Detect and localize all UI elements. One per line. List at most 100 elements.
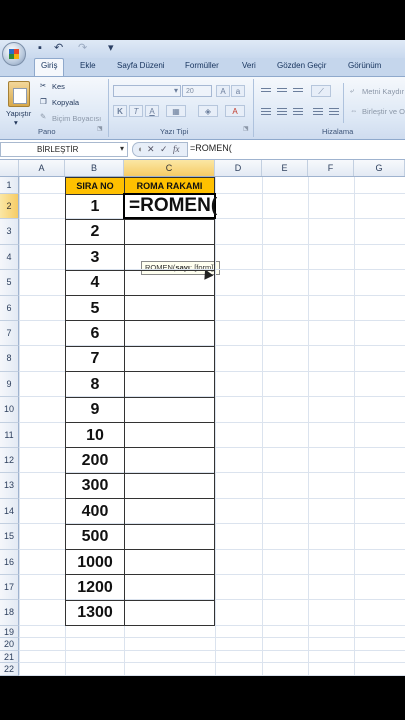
roma-rakami-cell[interactable] <box>124 219 215 246</box>
column-header-e[interactable]: E <box>262 160 308 176</box>
redo-icon[interactable]: ↷ <box>78 42 87 55</box>
row-header-15[interactable]: 15 <box>0 524 19 550</box>
row-header-2[interactable]: 2 <box>0 194 19 220</box>
font-color-icon[interactable]: A <box>225 105 245 117</box>
increase-indent-icon[interactable] <box>327 106 341 116</box>
sira-no-cell[interactable]: 500 <box>65 524 125 551</box>
orientation-icon[interactable]: ⟋ <box>311 85 331 97</box>
undo-icon[interactable]: ↶ <box>54 42 63 55</box>
clipboard-launcher-icon[interactable]: ⬔ <box>97 125 103 132</box>
column-header-g[interactable]: G <box>354 160 405 176</box>
roma-rakami-cell[interactable] <box>124 600 215 627</box>
row-header-13[interactable]: 13 <box>0 473 19 499</box>
underline-button[interactable]: A <box>145 105 159 117</box>
roma-rakami-cell[interactable] <box>124 270 215 297</box>
select-all-corner[interactable] <box>0 160 19 176</box>
formula-input[interactable]: =ROMEN( <box>190 143 232 153</box>
roma-rakami-cell[interactable] <box>124 422 215 449</box>
row-header-21[interactable]: 21 <box>0 650 19 664</box>
tab-gorunum[interactable]: Görünüm <box>348 61 381 70</box>
sira-no-cell[interactable]: 10 <box>65 422 125 449</box>
cancel-formula-icon[interactable]: ✕ <box>147 144 155 155</box>
column-header-c[interactable]: C <box>124 160 215 176</box>
row-header-11[interactable]: 11 <box>0 422 19 448</box>
grow-font-icon[interactable]: A <box>216 85 230 97</box>
fill-color-icon[interactable]: ◈ <box>198 105 218 117</box>
row-header-14[interactable]: 14 <box>0 498 19 525</box>
row-header-10[interactable]: 10 <box>0 397 19 423</box>
shrink-font-icon[interactable]: a <box>231 85 245 97</box>
align-center-icon[interactable] <box>275 106 289 116</box>
align-right-icon[interactable] <box>291 106 305 116</box>
sira-no-cell[interactable]: 1000 <box>65 549 125 576</box>
format-painter-button[interactable]: Biçim Boyacısı <box>52 114 101 123</box>
row-header-19[interactable]: 19 <box>0 625 19 639</box>
roma-rakami-cell[interactable] <box>124 321 215 347</box>
roma-rakami-cell[interactable] <box>124 371 215 398</box>
wrap-text-button[interactable]: Metni Kaydır <box>362 87 404 96</box>
sira-no-cell[interactable]: 4 <box>65 270 125 297</box>
font-size-combo[interactable]: 20 <box>182 85 212 97</box>
align-middle-icon[interactable] <box>275 86 289 96</box>
sira-no-cell[interactable]: 2 <box>65 219 125 246</box>
sira-no-cell[interactable]: 6 <box>65 321 125 347</box>
roma-rakami-cell[interactable] <box>124 244 215 271</box>
sira-no-cell[interactable]: 200 <box>65 448 125 474</box>
roma-rakami-cell[interactable] <box>124 549 215 576</box>
align-left-icon[interactable] <box>259 106 273 116</box>
row-header-16[interactable]: 16 <box>0 549 19 575</box>
roma-rakami-cell[interactable] <box>124 498 215 525</box>
row-header-8[interactable]: 8 <box>0 346 19 372</box>
row-header-7[interactable]: 7 <box>0 321 19 347</box>
align-top-icon[interactable] <box>259 86 273 96</box>
active-cell-c2[interactable]: =ROMEN( <box>123 193 217 220</box>
merge-center-button[interactable]: Birleştir ve O <box>362 107 405 116</box>
tab-sayfa-duzeni[interactable]: Sayfa Düzeni <box>117 61 165 70</box>
customize-qat-icon[interactable]: ▾ <box>108 42 114 55</box>
column-header-a[interactable]: A <box>19 160 65 176</box>
tab-ekle[interactable]: Ekle <box>80 61 96 70</box>
tab-giris[interactable]: Giriş <box>34 58 65 76</box>
roma-rakami-cell[interactable] <box>124 448 215 474</box>
roma-rakami-cell[interactable] <box>124 473 215 500</box>
roma-rakami-cell[interactable] <box>124 397 215 424</box>
header-cell-sira-no[interactable]: SIRA NO <box>65 177 125 195</box>
row-header-5[interactable]: 5 <box>0 270 19 296</box>
name-box[interactable]: BİRLEŞTİR ▾ <box>0 142 128 157</box>
sira-no-cell[interactable]: 300 <box>65 473 125 500</box>
row-header-20[interactable]: 20 <box>0 638 19 651</box>
row-header-1[interactable]: 1 <box>0 177 19 194</box>
bold-button[interactable]: K <box>113 105 127 117</box>
roma-rakami-cell[interactable] <box>124 295 215 322</box>
sira-no-cell[interactable]: 7 <box>65 346 125 373</box>
sira-no-cell[interactable]: 1200 <box>65 575 125 601</box>
paste-dropdown-icon[interactable]: ▾ <box>14 118 18 127</box>
roma-rakami-cell[interactable] <box>124 346 215 373</box>
sira-no-cell[interactable]: 9 <box>65 397 125 424</box>
roma-rakami-cell[interactable] <box>124 575 215 601</box>
paste-button[interactable]: Yapıştır <box>6 109 31 118</box>
row-header-12[interactable]: 12 <box>0 448 19 474</box>
roma-rakami-cell[interactable] <box>124 524 215 551</box>
decrease-indent-icon[interactable] <box>311 106 325 116</box>
sira-no-cell[interactable]: 1300 <box>65 600 125 627</box>
font-launcher-icon[interactable]: ⬔ <box>243 125 249 132</box>
column-header-d[interactable]: D <box>215 160 262 176</box>
name-box-dropdown-icon[interactable]: ▾ <box>120 144 124 153</box>
sira-no-cell[interactable]: 400 <box>65 498 125 525</box>
office-button[interactable] <box>2 42 26 66</box>
tab-formuller[interactable]: Formüller <box>185 61 219 70</box>
row-header-18[interactable]: 18 <box>0 600 19 626</box>
column-header-f[interactable]: F <box>308 160 354 176</box>
save-icon[interactable]: ▪ <box>38 42 42 55</box>
sira-no-cell[interactable]: 8 <box>65 371 125 398</box>
borders-icon[interactable]: ▦ <box>166 105 186 117</box>
italic-button[interactable]: T <box>129 105 143 117</box>
sira-no-cell[interactable]: 1 <box>65 194 125 220</box>
row-header-3[interactable]: 3 <box>0 219 19 245</box>
row-header-4[interactable]: 4 <box>0 244 19 271</box>
sira-no-cell[interactable]: 5 <box>65 295 125 322</box>
insert-function-icon[interactable]: fx <box>173 144 180 154</box>
tab-gozden-gecir[interactable]: Gözden Geçir <box>277 61 326 70</box>
align-bottom-icon[interactable] <box>291 86 305 96</box>
